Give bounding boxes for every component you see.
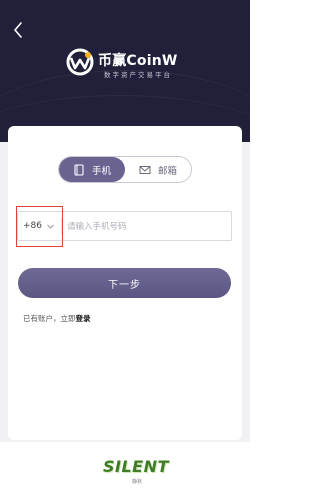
- back-button[interactable]: [10, 20, 28, 40]
- login-link[interactable]: 登录: [76, 314, 91, 323]
- country-code-select[interactable]: +86: [18, 212, 59, 240]
- watermark-subtext: 静默: [132, 479, 143, 485]
- phone-number-input[interactable]: [65, 214, 229, 240]
- tab-phone-label: 手机: [91, 165, 111, 177]
- tab-phone[interactable]: 手机: [59, 157, 125, 182]
- account-type-switch: 手机 邮箱: [58, 156, 192, 183]
- tab-email[interactable]: 邮箱: [125, 157, 191, 182]
- brand-name: 币赢CoinW: [98, 53, 178, 69]
- envelope-icon: [139, 165, 151, 174]
- country-code-value: +86: [23, 221, 42, 231]
- login-hint-text: 已有账户，立即: [23, 314, 76, 323]
- divider: [61, 218, 62, 234]
- login-hint: 已有账户，立即登录: [23, 313, 91, 324]
- tab-email-label: 邮箱: [157, 165, 177, 177]
- phone-book-icon: [74, 163, 84, 176]
- chevron-down-icon: [47, 223, 54, 229]
- coinw-logo-icon: [66, 48, 94, 76]
- chevron-left-icon: [14, 22, 22, 38]
- watermark-logo: SILENT 静默: [103, 455, 173, 495]
- brand-tagline: 数字资产交易平台: [104, 71, 172, 79]
- phone-field: +86: [17, 211, 232, 241]
- watermark-text: SILENT: [103, 457, 169, 476]
- next-button[interactable]: 下一步: [18, 268, 231, 298]
- brand-logo: 币赢CoinW 数字资产交易平台: [66, 46, 206, 82]
